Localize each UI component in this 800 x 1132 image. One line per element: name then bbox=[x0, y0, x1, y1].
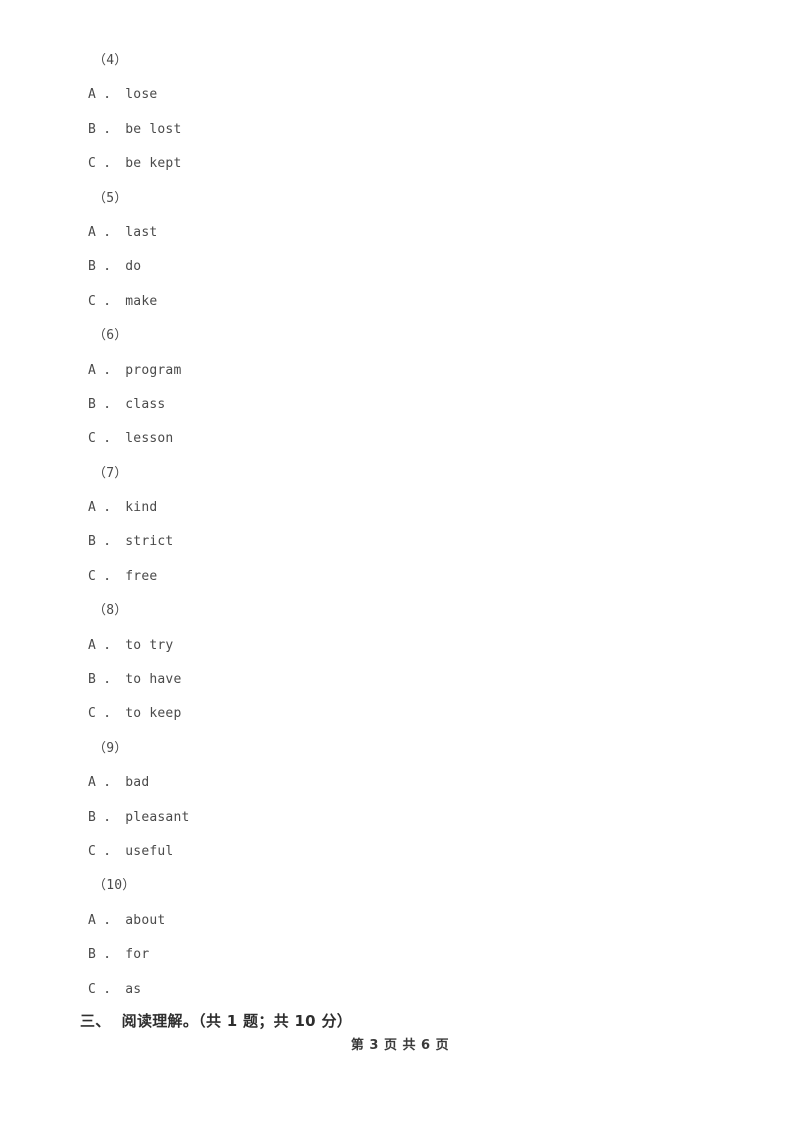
question-group: （5） A ． last B ． do C ． make bbox=[0, 182, 800, 320]
question-group: （10） A ． about B ． for C ． as bbox=[0, 869, 800, 1007]
question-option[interactable]: C ． lesson bbox=[0, 422, 800, 456]
question-option[interactable]: C ． be kept bbox=[0, 147, 800, 181]
page-footer: 第 3 页 共 6 页 bbox=[350, 1038, 450, 1053]
question-number: （8） bbox=[93, 603, 128, 619]
question-option[interactable]: B ． do bbox=[0, 250, 800, 284]
question-option[interactable]: C ． free bbox=[0, 560, 800, 594]
question-group: （9） A ． bad B ． pleasant C ． useful bbox=[0, 732, 800, 870]
question-option[interactable]: C ． make bbox=[0, 285, 800, 319]
question-option[interactable]: C ． to keep bbox=[0, 697, 800, 731]
question-option[interactable]: B ． strict bbox=[0, 525, 800, 559]
question-group: （6） A ． program B ． class C ． lesson bbox=[0, 319, 800, 457]
question-group: （7） A ． kind B ． strict C ． free bbox=[0, 457, 800, 595]
question-option[interactable]: A ． lose bbox=[0, 78, 800, 112]
question-option[interactable]: C ． as bbox=[0, 973, 800, 1007]
question-option[interactable]: A ． bad bbox=[0, 766, 800, 800]
question-option[interactable]: C ． useful bbox=[0, 835, 800, 869]
question-option[interactable]: A ． about bbox=[0, 904, 800, 938]
question-option[interactable]: A ． program bbox=[0, 354, 800, 388]
question-group: （4） A ． lose B ． be lost C ． be kept bbox=[0, 44, 800, 182]
question-option[interactable]: B ． class bbox=[0, 388, 800, 422]
section-heading: 三、 阅读理解。（共 1 题；共 10 分） bbox=[80, 1012, 353, 1030]
question-option[interactable]: A ． last bbox=[0, 216, 800, 250]
question-option[interactable]: A ． to try bbox=[0, 629, 800, 663]
question-option[interactable]: B ． to have bbox=[0, 663, 800, 697]
question-number: （5） bbox=[93, 190, 128, 206]
question-number: （7） bbox=[93, 465, 128, 481]
question-option[interactable]: B ． pleasant bbox=[0, 801, 800, 835]
document-page: （4） A ． lose B ． be lost C ． be kept （5） A ． … bbox=[0, 0, 800, 1132]
question-option[interactable]: B ． be lost bbox=[0, 113, 800, 147]
question-number: （4） bbox=[93, 53, 128, 68]
question-option[interactable]: A ． kind bbox=[0, 491, 800, 525]
question-option[interactable]: B ． for bbox=[0, 938, 800, 972]
question-group: （8） A ． to try B ． to have C ． to keep bbox=[0, 594, 800, 732]
question-number: （9） bbox=[93, 740, 128, 756]
question-list: （4） A ． lose B ． be lost C ． be kept （5） A ． … bbox=[0, 44, 800, 1007]
question-number: （10） bbox=[93, 878, 136, 894]
question-number: （6） bbox=[93, 328, 128, 344]
